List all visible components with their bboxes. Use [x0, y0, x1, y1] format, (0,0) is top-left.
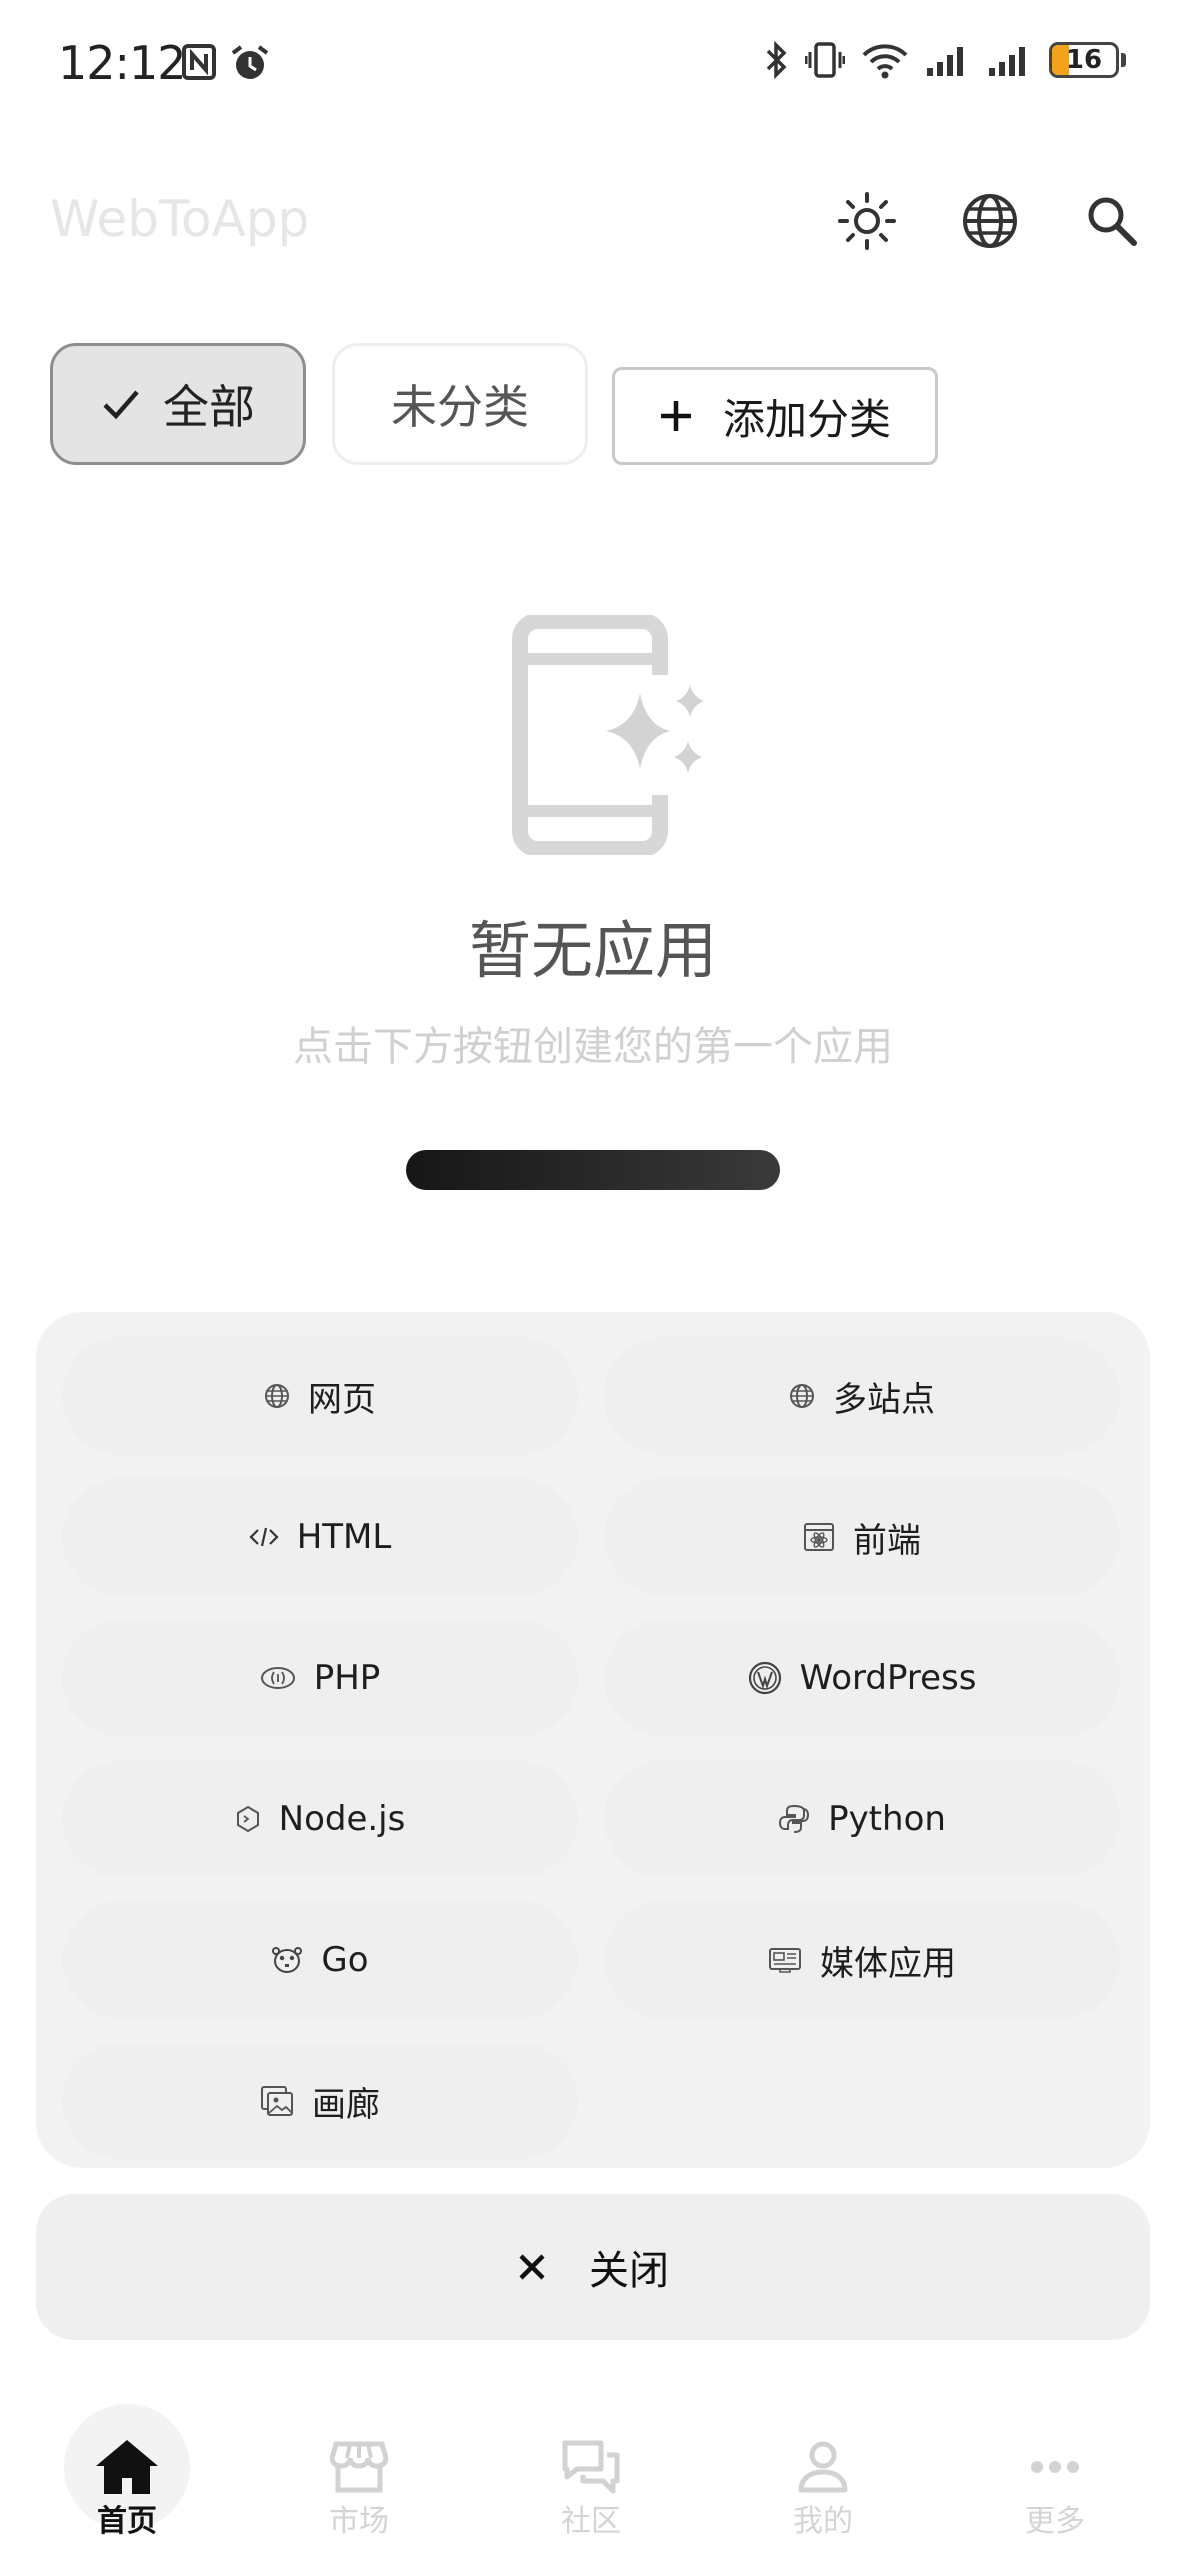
- category-chip-uncategorized-label: 未分类: [391, 380, 529, 434]
- app-type-label: 媒体应用: [820, 1943, 956, 1984]
- battery-tip: [1121, 53, 1126, 67]
- empty-state-subtitle: 点击下方按钮创建您的第一个应用: [293, 1024, 893, 1070]
- app-type-frontend[interactable]: 前端: [604, 1478, 1120, 1596]
- status-right-icons: 16: [765, 40, 1126, 80]
- vibrate-icon: [805, 42, 845, 78]
- theme-toggle-button[interactable]: [832, 186, 902, 256]
- nav-item-home[interactable]: 首页: [11, 2370, 243, 2560]
- nav-label: 我的: [793, 2504, 853, 2539]
- alarm-icon: [231, 45, 269, 79]
- nav-item-community[interactable]: 社区: [475, 2370, 707, 2560]
- wifi-icon: [862, 44, 908, 79]
- empty-state-title: 暂无应用: [468, 914, 717, 987]
- check-icon: [103, 390, 139, 420]
- empty-apps-illustration-icon: [512, 615, 704, 855]
- signal-icon: [989, 47, 1025, 76]
- nav-label: 市场: [329, 2504, 389, 2539]
- app-type-label: HTML: [296, 1517, 392, 1557]
- person-icon: [798, 2441, 848, 2493]
- store-icon: [330, 2441, 388, 2493]
- app-type-webpage[interactable]: 网页: [62, 1337, 578, 1455]
- app-type-go[interactable]: Go: [62, 1901, 578, 2019]
- globe-icon: [265, 1384, 289, 1408]
- app-type-label: Python: [828, 1799, 946, 1839]
- app-type-multisite[interactable]: 多站点: [604, 1337, 1120, 1455]
- language-button[interactable]: [955, 186, 1025, 256]
- category-chip-uncategorized[interactable]: 未分类: [332, 343, 588, 465]
- app-title: WebToApp: [50, 190, 310, 248]
- globe-icon: [790, 1384, 814, 1408]
- category-chip-all-label: 全部: [163, 380, 255, 434]
- app-type-label: Node.js: [278, 1799, 406, 1839]
- chat-icon: [562, 2440, 620, 2494]
- nodejs-icon: [236, 1805, 259, 1833]
- app-type-gallery[interactable]: 画廊: [62, 2042, 578, 2160]
- nav-item-more[interactable]: 更多: [939, 2370, 1171, 2560]
- status-time: 12:12: [58, 36, 187, 90]
- close-label: 关闭: [589, 2248, 669, 2294]
- battery-level: 16: [1065, 45, 1103, 75]
- app-type-media[interactable]: 媒体应用: [604, 1901, 1120, 2019]
- close-icon: [519, 2254, 545, 2280]
- app-type-php[interactable]: PHP: [62, 1619, 578, 1737]
- add-category-label: 添加分类: [722, 394, 891, 444]
- app-type-label: 画廊: [312, 2084, 380, 2125]
- app-type-label: 网页: [308, 1379, 376, 1420]
- media-icon: [769, 1948, 801, 1973]
- create-app-button[interactable]: [406, 1150, 780, 1190]
- nav-label: 首页: [97, 2504, 157, 2539]
- app-type-label: PHP: [313, 1658, 381, 1698]
- code-icon: [249, 1527, 279, 1547]
- battery-icon: 16: [1049, 42, 1119, 78]
- add-category-button[interactable]: 添加分类: [612, 367, 938, 465]
- bluetooth-icon: [766, 40, 787, 80]
- app-type-nodejs[interactable]: Node.js: [62, 1760, 578, 1878]
- app-type-label: 前端: [853, 1520, 921, 1561]
- bottom-navigation: 首页 市场 社区 我的 更多: [0, 2370, 1186, 2560]
- globe-icon: [963, 194, 1017, 248]
- app-type-python[interactable]: Python: [604, 1760, 1120, 1878]
- close-sheet-button[interactable]: 关闭: [36, 2194, 1150, 2340]
- nav-label: 社区: [561, 2504, 621, 2539]
- php-icon: [260, 1667, 295, 1689]
- nfc-icon: [182, 44, 216, 80]
- signal-icon: [927, 47, 963, 76]
- python-icon: [779, 1804, 810, 1833]
- search-icon: [1088, 197, 1137, 246]
- plus-icon: [660, 401, 691, 431]
- category-chip-all[interactable]: 全部: [50, 343, 306, 465]
- more-icon: [1031, 2461, 1079, 2473]
- app-type-label: WordPress: [799, 1658, 977, 1698]
- wordpress-icon: [748, 1661, 781, 1695]
- app-type-label: Go: [321, 1940, 369, 1980]
- status-left-icons: [182, 44, 270, 82]
- react-icon: [804, 1523, 834, 1551]
- home-icon: [96, 2440, 158, 2494]
- nav-item-market[interactable]: 市场: [243, 2370, 475, 2560]
- search-button[interactable]: [1077, 186, 1147, 256]
- gopher-icon: [272, 1947, 303, 1973]
- app-type-wordpress[interactable]: WordPress: [604, 1619, 1120, 1737]
- app-type-label: 多站点: [833, 1379, 935, 1420]
- app-type-html[interactable]: HTML: [62, 1478, 578, 1596]
- gallery-icon: [261, 2086, 293, 2116]
- nav-item-profile[interactable]: 我的: [707, 2370, 939, 2560]
- sun-icon: [838, 192, 896, 250]
- nav-label: 更多: [1025, 2504, 1085, 2539]
